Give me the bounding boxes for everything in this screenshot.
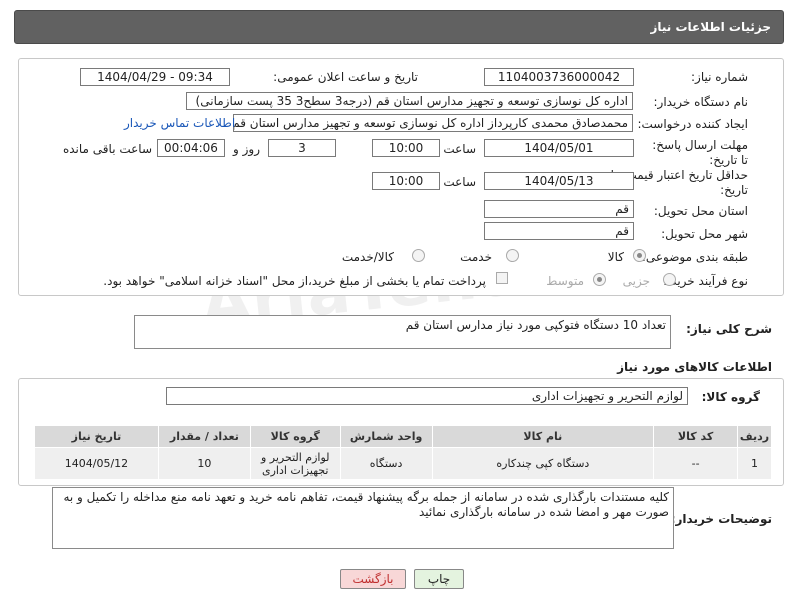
- page-title: جزئیات اطلاعات نیاز: [650, 20, 771, 34]
- col-unit: واحد شمارش: [339, 425, 433, 448]
- city-field: قم: [484, 222, 634, 240]
- requester-label: ایجاد کننده درخواست:: [637, 117, 748, 131]
- price-time-label: ساعت: [443, 175, 476, 189]
- price-time-field: 10:00: [372, 172, 440, 190]
- process-radio-medium[interactable]: [593, 273, 606, 286]
- contact-buyer-link[interactable]: اطلاعات تماس خریدار: [124, 116, 235, 130]
- need-number-label: شماره نیاز:: [691, 70, 748, 84]
- province-label: استان محل تحویل:: [653, 204, 748, 218]
- days-field: 3: [268, 139, 336, 157]
- goods-group-field: لوازم التحریر و تجهیزات اداری: [166, 387, 688, 405]
- remaining-label: ساعت باقی مانده: [62, 142, 152, 156]
- description-textarea[interactable]: تعداد 10 دستگاه فتوکپی مورد نیاز مدارس ا…: [134, 315, 671, 349]
- deadline-time-label: ساعت: [443, 142, 476, 156]
- buyer-org-label: نام دستگاه خریدار:: [653, 95, 749, 109]
- price-date-field: 1404/05/13: [484, 172, 634, 190]
- category-radio-both[interactable]: [412, 249, 425, 262]
- process-radio-minor[interactable]: [663, 273, 676, 286]
- col-date: تاریخ نیاز: [34, 425, 159, 448]
- description-label: شرح کلی نیاز:: [686, 322, 772, 336]
- cell-unit: دستگاه: [339, 447, 433, 480]
- deadline-date-field: 1404/05/01: [484, 139, 634, 157]
- goods-section-title: اطلاعات کالاهای مورد نیاز: [617, 360, 772, 374]
- province-field: قم: [484, 200, 634, 218]
- buyer-notes-textarea[interactable]: کلیه مستندات بارگذاری شده در سامانه از ج…: [52, 487, 674, 549]
- announce-field: 1404/04/29 - 09:34: [80, 68, 230, 86]
- goods-group-label: گروه کالا:: [701, 390, 760, 404]
- requester-field: محمدصادق محمدی کارپرداز اداره کل نوسازی …: [233, 114, 633, 132]
- cell-row: 1: [737, 447, 772, 480]
- table-row: 1 -- دستگاه کپی چندکاره دستگاه لوازم الت…: [34, 447, 772, 480]
- buyer-org-field: اداره کل نوسازی توسعه و تجهیز مدارس استا…: [186, 92, 633, 110]
- process-label: نوع فرآیند خرید :: [663, 274, 748, 288]
- category-option-service: خدمت: [460, 250, 492, 264]
- category-radio-goods[interactable]: [633, 249, 646, 262]
- col-name: نام کالا: [431, 425, 655, 448]
- payment-note: پرداخت تمام یا بخشی از مبلغ خرید،از محل …: [103, 274, 486, 288]
- panel-header: جزئیات اطلاعات نیاز: [14, 10, 784, 44]
- category-option-both: کالا/خدمت: [341, 250, 394, 264]
- col-group: گروه کالا: [249, 425, 341, 448]
- need-number-field: 1104003736000042: [484, 68, 634, 86]
- city-label: شهر محل تحویل:: [661, 227, 748, 241]
- col-row: ردیف: [737, 425, 772, 448]
- deadline-label: مهلت ارسال پاسخ: تا تاریخ:: [652, 138, 748, 167]
- col-qty: تعداد / مقدار: [157, 425, 251, 448]
- back-button[interactable]: بازگشت: [340, 569, 406, 589]
- process-option-minor: جزیی: [622, 274, 650, 288]
- print-button[interactable]: چاپ: [414, 569, 464, 589]
- goods-table: ردیف کد کالا نام کالا واحد شمارش گروه کا…: [34, 425, 772, 480]
- cell-qty: 10: [157, 447, 251, 480]
- buyer-notes-label: توضیحات خریدار:: [670, 512, 772, 526]
- days-label: روز و: [233, 142, 260, 156]
- cell-name: دستگاه کپی چندکاره: [431, 447, 655, 480]
- category-option-goods: کالا: [607, 250, 624, 264]
- col-code: کد کالا: [653, 425, 739, 448]
- category-label: طبقه بندی موضوعی:: [641, 250, 748, 264]
- treasury-payment-checkbox[interactable]: [496, 272, 508, 284]
- announce-label: تاریخ و ساعت اعلان عمومی:: [273, 70, 418, 84]
- remaining-time-field: 00:04:06: [157, 139, 225, 157]
- cell-date: 1404/05/12: [34, 447, 159, 480]
- process-option-medium: متوسط: [546, 274, 584, 288]
- category-radio-service[interactable]: [506, 249, 519, 262]
- deadline-time-field: 10:00: [372, 139, 440, 157]
- table-header-row: ردیف کد کالا نام کالا واحد شمارش گروه کا…: [34, 425, 772, 448]
- cell-code: --: [653, 447, 739, 480]
- cell-group: لوازم التحریر و تجهیزات اداری: [249, 447, 341, 480]
